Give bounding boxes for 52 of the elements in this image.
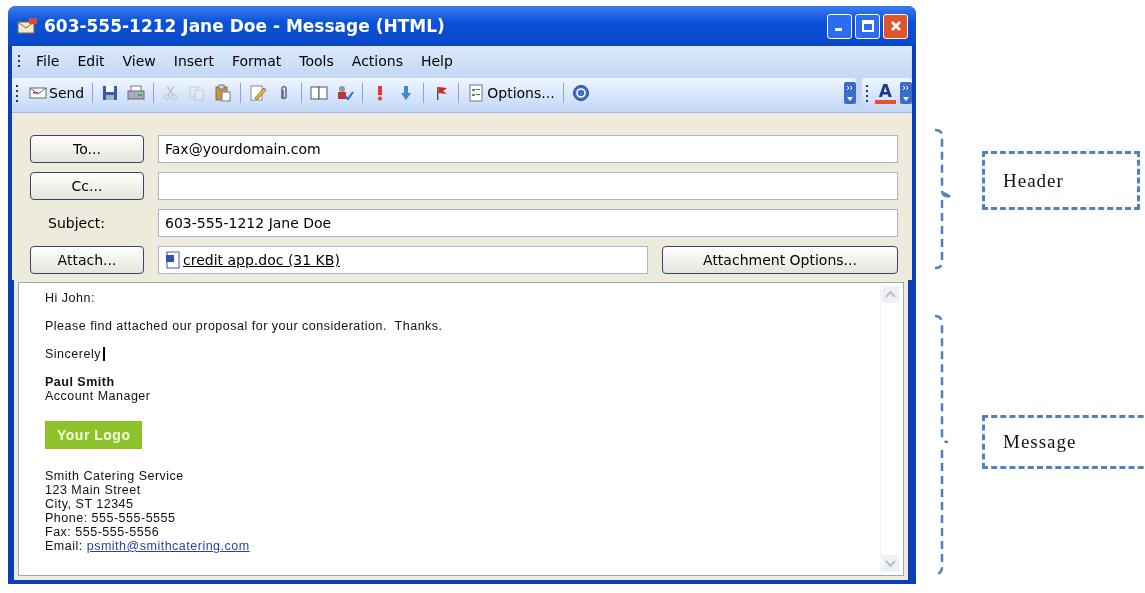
address-line: 123 Main Street xyxy=(45,483,142,497)
address-line: Fax: 555-555-5556 xyxy=(45,525,161,539)
menu-item[interactable]: Actions xyxy=(342,53,412,69)
address-line: Phone: 555-555-5555 xyxy=(45,511,177,525)
address-line: City, ST 12345 xyxy=(45,497,135,511)
to-field[interactable]: Fax@yourdomain.com xyxy=(158,135,898,163)
document-icon xyxy=(467,84,486,102)
menu-item[interactable]: View xyxy=(113,53,165,69)
toolbar-overflow-icon[interactable] xyxy=(843,82,856,104)
menu-item[interactable]: Edit xyxy=(68,53,114,69)
attachment-field[interactable]: credit app.doc (31 KB) xyxy=(158,246,648,274)
sender-name: Paul Smith xyxy=(45,375,116,389)
menu-item[interactable]: Tools xyxy=(290,53,343,69)
attachment-link[interactable]: credit app.doc (31 KB) xyxy=(183,252,340,268)
menu-item[interactable]: Help xyxy=(411,53,462,69)
closing-text: Sincerely xyxy=(45,347,101,361)
grip-icon xyxy=(16,84,19,102)
text-cursor xyxy=(102,347,105,361)
attach-button[interactable]: Attach... xyxy=(30,246,144,274)
subject-label: Subject: xyxy=(47,215,107,231)
grip-icon xyxy=(865,84,869,102)
greeting-text: Hi John: xyxy=(45,291,96,305)
menu-item[interactable]: Format xyxy=(222,53,291,69)
maximize-icon xyxy=(860,19,875,33)
toolbar-overflow-icon[interactable] xyxy=(900,82,912,104)
header-callout: Header xyxy=(982,151,1140,210)
logo-badge: Your Logo xyxy=(45,421,143,449)
menu-item[interactable]: Insert xyxy=(164,53,223,69)
body-text: Please find attached our proposal for your consideration. Thanks. xyxy=(45,319,444,333)
email-label: Email: xyxy=(45,539,83,553)
window-title: 603-555-1212 Jane Doe - Message (HTML) xyxy=(44,16,446,36)
email-link[interactable]: psmith@smithcatering.com xyxy=(86,539,250,553)
attachment-options-button[interactable]: Attachment Options... xyxy=(662,246,898,274)
message-callout: Message xyxy=(982,415,1145,469)
close-icon xyxy=(888,19,903,33)
cc-field[interactable] xyxy=(158,172,898,200)
close-button[interactable] xyxy=(883,13,908,39)
address-line: Smith Catering Service xyxy=(45,469,185,483)
menu-item[interactable]: File xyxy=(27,53,69,69)
word-document-icon xyxy=(165,251,181,269)
grip-icon xyxy=(18,54,21,68)
sender-title: Account Manager xyxy=(45,389,152,403)
subject-field[interactable]: 603-555-1212 Jane Doe xyxy=(158,209,898,237)
cc-button[interactable]: Cc... xyxy=(30,172,144,200)
envelope-icon xyxy=(29,84,47,102)
minimize-icon xyxy=(834,27,842,31)
send-button[interactable]: Send xyxy=(25,82,89,104)
options-button[interactable]: Options... xyxy=(463,82,559,104)
maximize-button[interactable] xyxy=(855,13,880,39)
to-button[interactable]: To... xyxy=(30,135,144,163)
envelope-icon xyxy=(16,17,38,35)
minimize-button[interactable] xyxy=(827,13,852,39)
